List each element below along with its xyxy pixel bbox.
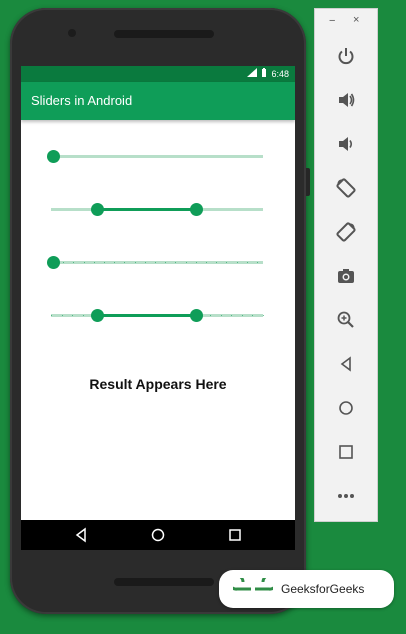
earpiece-speaker xyxy=(114,30,214,38)
geeksforgeeks-watermark: GeeksforGeeks xyxy=(219,570,394,608)
slider-tick-mark xyxy=(61,315,63,316)
slider-tick-mark xyxy=(155,262,156,263)
more-icon[interactable] xyxy=(333,483,359,509)
slider-tick-mark xyxy=(114,315,116,316)
slider-tick-mark xyxy=(83,262,85,263)
toolbar-header: − × xyxy=(315,9,377,35)
slider-tick-mark xyxy=(104,315,105,316)
overview-nav-icon[interactable] xyxy=(227,527,243,543)
slider-tick-mark xyxy=(104,262,105,263)
slider-tick-mark xyxy=(210,315,211,316)
result-text: Result Appears Here xyxy=(89,376,227,392)
slider-tick-mark xyxy=(51,315,52,316)
slider-tick-mark xyxy=(206,262,207,263)
slider-tick-mark xyxy=(144,262,146,263)
front-camera xyxy=(68,29,76,37)
slider-single[interactable] xyxy=(47,150,263,164)
slider-tick-mark xyxy=(195,262,197,263)
slider-tick-mark xyxy=(134,262,136,263)
back-icon[interactable] xyxy=(333,351,359,377)
slider-tick-mark xyxy=(231,315,233,316)
slider-tick-mark xyxy=(216,262,218,263)
slider-tick-mark xyxy=(175,262,177,263)
slider-tick-mark xyxy=(220,315,222,316)
slider-tick-mark xyxy=(82,315,84,316)
slider-thumb[interactable] xyxy=(47,150,60,163)
status-bar: 6:48 xyxy=(21,66,295,82)
battery-icon xyxy=(261,68,267,79)
slider-tick-mark xyxy=(146,315,148,316)
navigation-bar xyxy=(21,520,295,550)
slider-tick-mark xyxy=(263,315,264,316)
close-button[interactable]: × xyxy=(353,14,359,26)
slider-tick-mark xyxy=(135,315,137,316)
slider-tick-mark xyxy=(72,315,74,316)
slider-tick-mark xyxy=(93,262,95,263)
emulator-toolbar: − × xyxy=(314,8,378,522)
gfg-logo-icon xyxy=(227,573,279,605)
device-screen: 6:48 Sliders in Android Result Appears H… xyxy=(21,66,295,550)
rotate-right-icon[interactable] xyxy=(333,219,359,245)
minimize-button[interactable]: − xyxy=(329,15,335,27)
range-start-thumb[interactable] xyxy=(90,203,104,216)
slider-tick-mark xyxy=(178,315,180,316)
overview-icon[interactable] xyxy=(333,439,359,465)
camera-icon[interactable] xyxy=(333,263,359,289)
discrete-range-end-thumb[interactable] xyxy=(190,309,204,322)
bottom-speaker xyxy=(114,578,214,586)
zoom-icon[interactable] xyxy=(333,307,359,333)
sliders-content: Result Appears Here xyxy=(21,120,295,520)
range-slider[interactable] xyxy=(51,203,263,217)
gfg-brand-text: GeeksforGeeks xyxy=(281,582,365,596)
app-title: Sliders in Android xyxy=(31,93,133,108)
slider-tick-mark xyxy=(185,262,187,263)
slider-track xyxy=(53,155,263,158)
slider-tick-mark xyxy=(53,262,54,263)
home-nav-icon[interactable] xyxy=(150,527,166,543)
discrete-range-slider[interactable] xyxy=(51,309,264,323)
slider-tick-mark xyxy=(93,315,95,316)
volume-up-icon[interactable] xyxy=(333,87,359,113)
slider-tick-mark xyxy=(63,262,65,263)
slider-tick-mark xyxy=(199,315,201,316)
slider-tick-mark xyxy=(73,262,75,263)
slider-tick-mark xyxy=(236,262,238,263)
rotate-left-icon[interactable] xyxy=(333,175,359,201)
slider-tick-mark xyxy=(167,315,169,316)
slider-tick-mark xyxy=(125,315,127,316)
discrete-slider[interactable] xyxy=(47,256,263,270)
slider-tick-mark xyxy=(188,315,190,316)
slider-tick-mark xyxy=(157,315,158,316)
status-time: 6:48 xyxy=(271,68,289,79)
slider-tick-mark xyxy=(114,262,116,263)
power-side-button[interactable] xyxy=(306,168,310,196)
power-icon[interactable] xyxy=(333,43,359,69)
slider-tick-mark xyxy=(257,262,258,263)
range-end-thumb[interactable] xyxy=(190,203,204,216)
slider-tick-mark xyxy=(246,262,248,263)
volume-down-icon[interactable] xyxy=(333,131,359,157)
home-icon[interactable] xyxy=(333,395,359,421)
range-active-track xyxy=(97,208,197,211)
slider-tick-mark xyxy=(241,315,243,316)
slider-tick-mark xyxy=(165,262,167,263)
slider-tick-mark xyxy=(226,262,228,263)
app-bar: Sliders in Android xyxy=(21,82,295,120)
network-icon xyxy=(247,68,258,79)
back-nav-icon[interactable] xyxy=(73,527,89,543)
slider-tick-mark xyxy=(124,262,126,263)
slider-tick-mark xyxy=(252,315,254,316)
